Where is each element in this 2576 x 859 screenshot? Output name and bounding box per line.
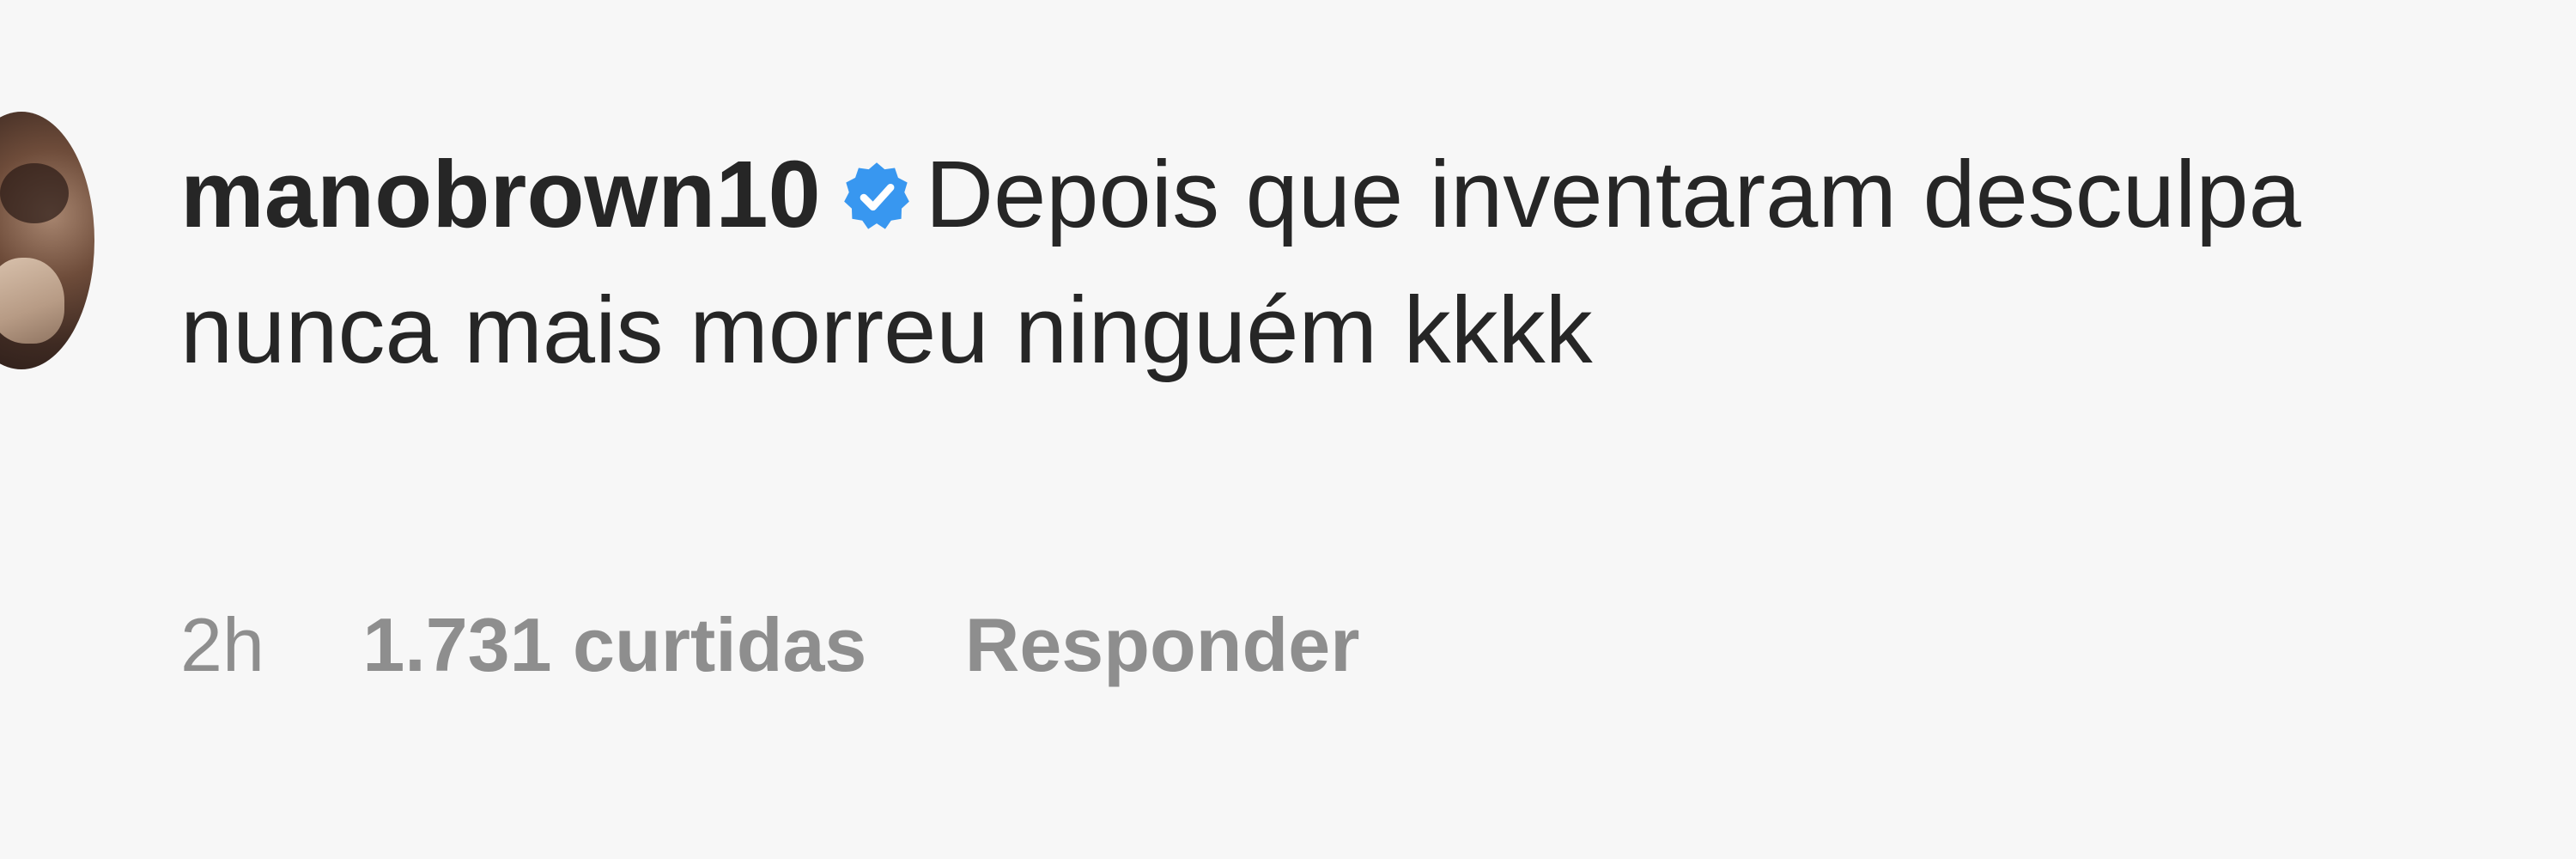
comment: manobrown10 Depois que inventaram descul… (0, 0, 2576, 859)
avatar-shade (0, 163, 69, 223)
comment-meta: 2h 1.731 curtidas Responder (180, 601, 1359, 689)
username-link[interactable]: manobrown10 (180, 142, 821, 247)
reply-button[interactable]: Responder (965, 601, 1360, 689)
avatar-hand (0, 258, 64, 344)
verified-badge-icon (843, 162, 909, 229)
comment-timestamp[interactable]: 2h (180, 601, 264, 689)
likes-count[interactable]: 1.731 curtidas (362, 601, 866, 689)
avatar[interactable] (0, 112, 94, 369)
comment-body: manobrown10 Depois que inventaram descul… (180, 127, 2456, 399)
